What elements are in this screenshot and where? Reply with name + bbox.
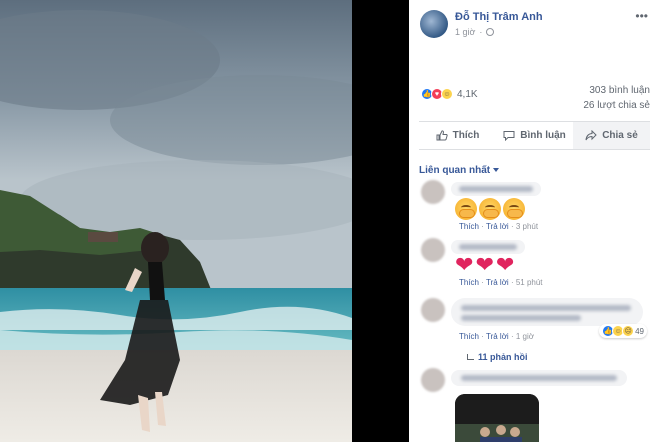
author-name[interactable]: Đỗ Thị Trâm Anh — [455, 11, 543, 23]
thumbs-up-icon — [436, 130, 448, 141]
share-button-label: Chia sẻ — [602, 130, 638, 141]
globe-icon[interactable] — [486, 28, 495, 36]
beach-photo-image — [0, 0, 352, 442]
share-count[interactable]: 26 lượt chia sẻ — [583, 100, 650, 111]
post-meta: 1 giờ · — [455, 27, 495, 37]
comment-text-bubble — [451, 370, 627, 386]
post-header: Đỗ Thị Trâm Anh 1 giờ · ••• — [409, 0, 660, 80]
photo-viewer: Đỗ Thị Trâm Anh 1 giờ · ••• 👍 ♥ ☺ 4,1K 3… — [0, 0, 660, 442]
comment-meta: Thích · Trả lời · 3 phút — [459, 222, 539, 231]
post-time[interactable]: 1 giờ — [455, 27, 475, 37]
post-stats: 👍 ♥ ☺ 4,1K 303 bình luận 26 lượt chia sẻ — [419, 80, 650, 122]
reaction-summary[interactable]: 👍 ♥ ☺ 4,1K — [421, 88, 478, 100]
heart-emoji-icon: ❤ — [475, 252, 494, 277]
sad-icon: ☹ — [622, 325, 635, 337]
blurred-name — [459, 244, 517, 250]
share-button[interactable]: Chia sẻ — [573, 122, 650, 149]
comment-reply-link[interactable]: Trả lời — [486, 222, 509, 231]
hug-emoji-icon — [479, 198, 501, 220]
post-photo[interactable] — [0, 0, 352, 442]
comment-reply-link[interactable]: Trả lời — [486, 332, 509, 341]
comment-emoji-content — [455, 198, 525, 220]
comment-item: ❤ ❤ ❤ Thích · Trả lời · 51 phút — [421, 236, 660, 292]
comment-like-link[interactable]: Thích — [459, 278, 479, 287]
view-replies-link[interactable]: 11 phản hồi — [467, 352, 528, 362]
comment-image[interactable] — [455, 394, 539, 442]
like-button-label: Thích — [452, 130, 480, 141]
comment-button[interactable]: Bình luận — [496, 122, 573, 149]
comment-like-link[interactable]: Thích — [459, 332, 479, 341]
blurred-text — [461, 305, 631, 311]
reply-arrow-icon — [467, 354, 474, 360]
hug-emoji-icon — [455, 198, 477, 220]
commenter-name-bubble — [451, 182, 541, 196]
comment-like-link[interactable]: Thích — [459, 222, 479, 231]
author-avatar[interactable] — [420, 10, 448, 38]
replies-label: 11 phản hồi — [478, 352, 528, 362]
comment-time[interactable]: 3 phút — [516, 222, 538, 231]
comment-time[interactable]: 1 giờ — [516, 332, 534, 341]
separator-dot: · — [479, 27, 483, 37]
comment-time[interactable]: 51 phút — [516, 278, 543, 287]
speech-bubble-icon — [503, 131, 515, 141]
comment-emoji-content: ❤ ❤ ❤ — [455, 254, 514, 276]
ellipsis-horizontal-icon[interactable]: ••• — [635, 10, 648, 22]
haha-icon: ☺ — [441, 88, 453, 100]
hug-emoji-icon — [503, 198, 525, 220]
chevron-down-icon — [493, 168, 500, 172]
comment-item: 👍 ☺ ☹ 49 Thích · Trả lời · 1 giờ 11 phản… — [421, 294, 660, 366]
comment-meta: Thích · Trả lời · 51 phút — [459, 278, 543, 287]
commenter-avatar[interactable] — [421, 368, 445, 392]
commenter-avatar[interactable] — [421, 238, 445, 262]
action-bar: Thích Bình luận Chia sẻ — [419, 122, 650, 150]
comment-text-bubble — [451, 298, 643, 326]
blurred-name — [459, 186, 533, 192]
comment-reactions[interactable]: 👍 ☺ ☹ 49 — [599, 324, 647, 338]
heart-emoji-icon: ❤ — [455, 252, 474, 277]
share-arrow-icon — [585, 130, 597, 141]
blurred-text — [461, 315, 581, 321]
commenter-avatar[interactable] — [421, 180, 445, 204]
comment-reply-link[interactable]: Trả lời — [486, 278, 509, 287]
sort-label: Liên quan nhất — [419, 164, 491, 176]
comment-photo — [455, 394, 539, 442]
post-panel: Đỗ Thị Trâm Anh 1 giờ · ••• 👍 ♥ ☺ 4,1K 3… — [409, 0, 660, 442]
comment-reaction-count: 49 — [635, 326, 644, 336]
like-button[interactable]: Thích — [419, 122, 496, 149]
comment-sort-dropdown[interactable]: Liên quan nhất — [409, 150, 660, 180]
heart-emoji-icon: ❤ — [495, 252, 515, 277]
comment-count[interactable]: 303 bình luận — [589, 85, 650, 96]
comment-button-label: Bình luận — [520, 130, 566, 141]
blurred-text — [461, 375, 617, 381]
reaction-count: 4,1K — [457, 88, 478, 100]
commenter-avatar[interactable] — [421, 298, 445, 322]
comment-item — [421, 366, 660, 442]
comment-meta: Thích · Trả lời · 1 giờ — [459, 332, 534, 341]
comment-item: Thích · Trả lời · 3 phút — [421, 180, 660, 236]
